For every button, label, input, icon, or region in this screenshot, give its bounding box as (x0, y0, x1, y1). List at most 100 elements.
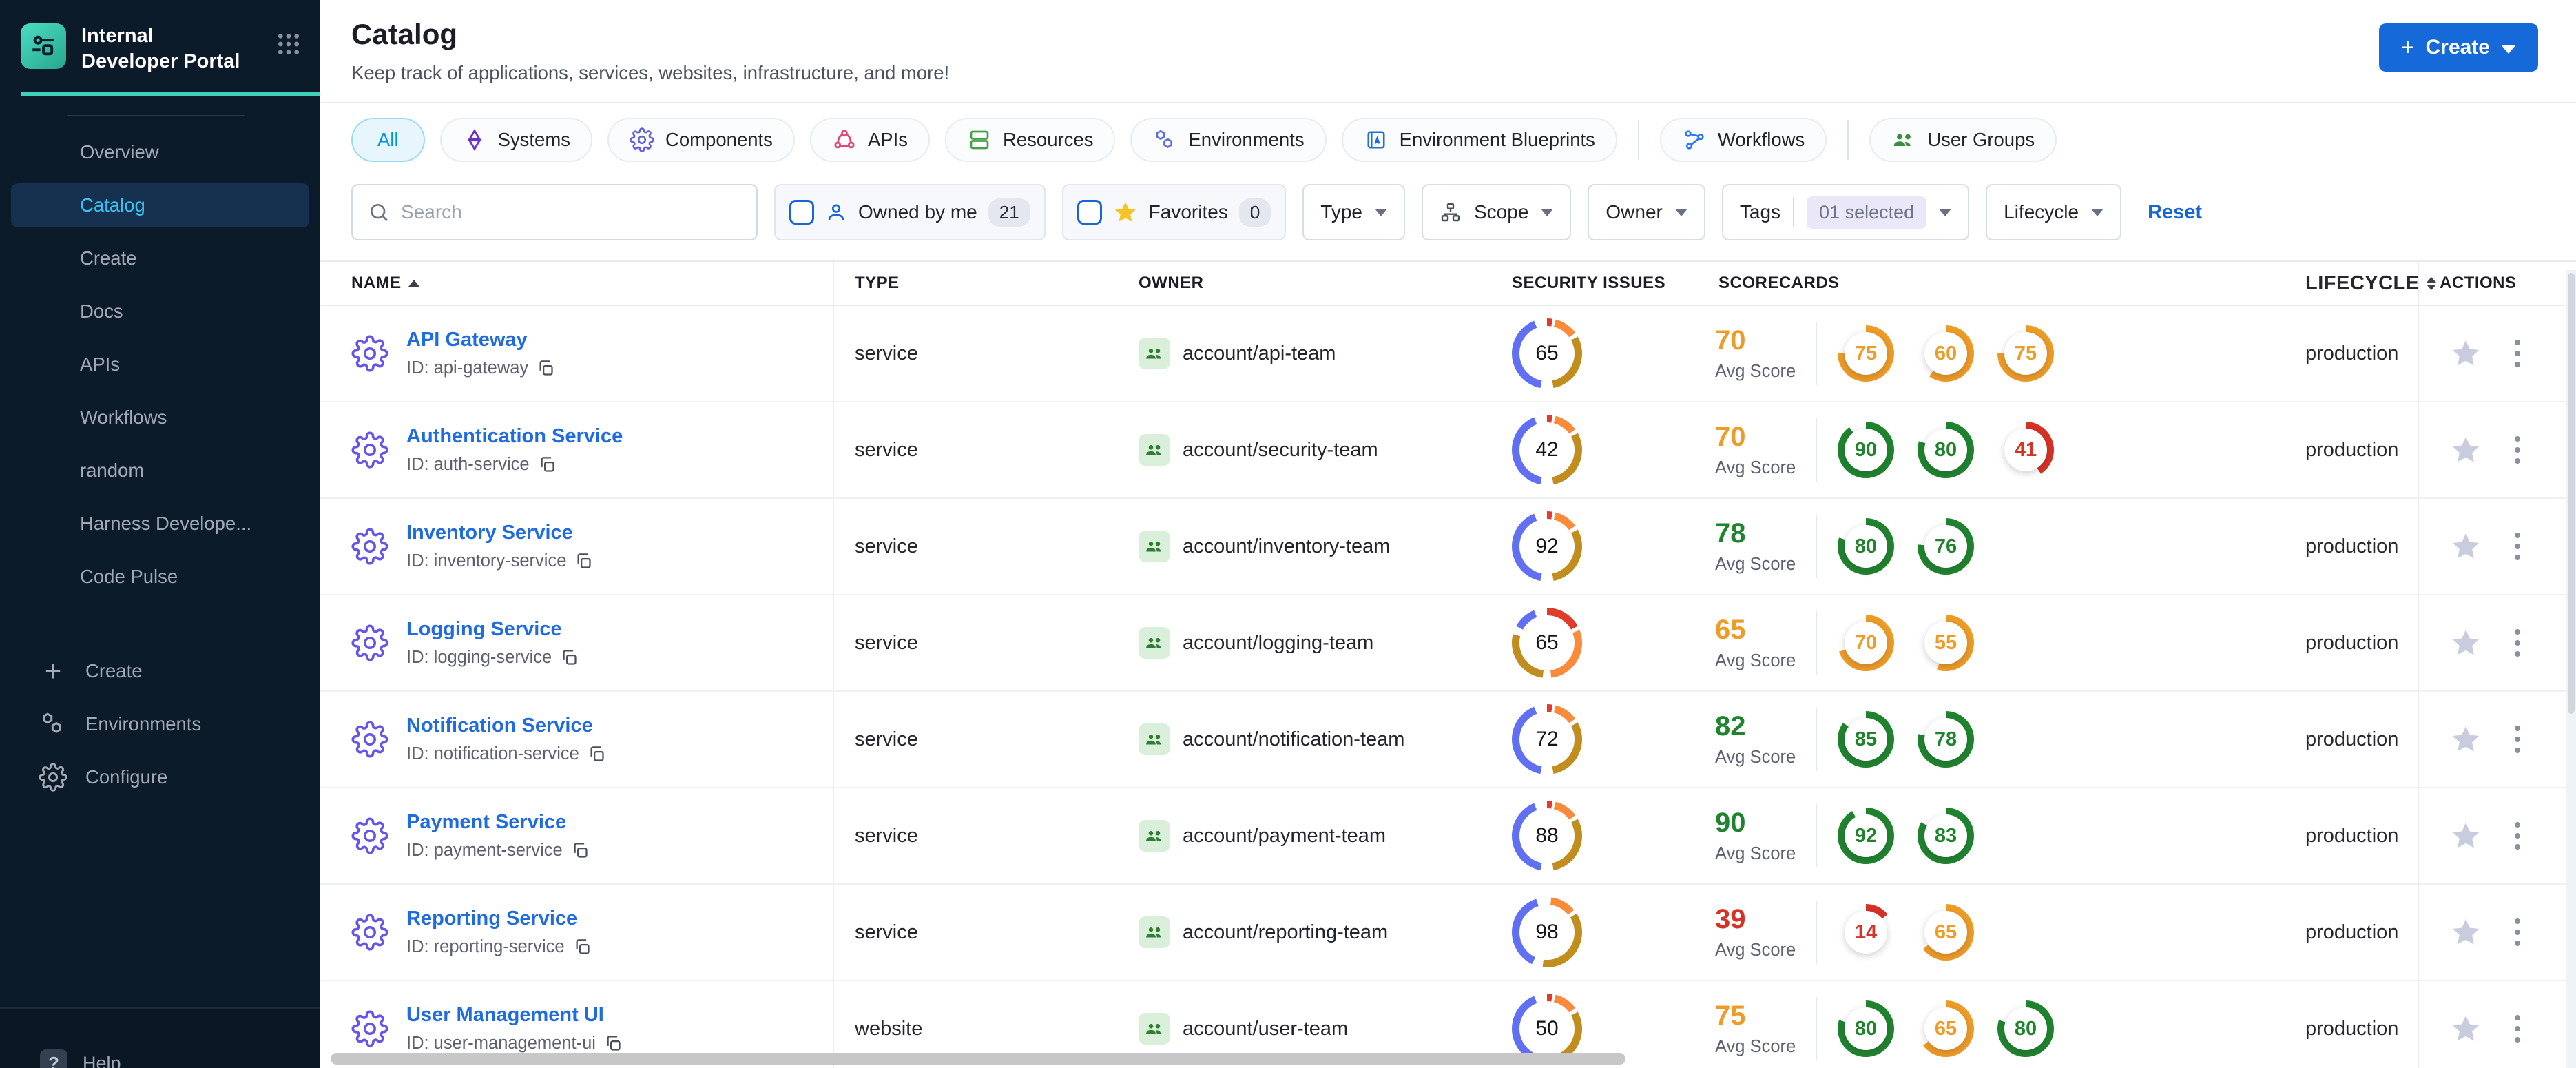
entity-name-link[interactable]: Inventory Service (406, 522, 573, 544)
tab-workflows[interactable]: Workflows (1659, 118, 1827, 162)
entity-name-link[interactable]: User Management UI (406, 1004, 604, 1026)
scope-dropdown[interactable]: Scope (1422, 184, 1572, 240)
owner-name[interactable]: account/logging-team (1183, 632, 1373, 655)
scorecard-ring[interactable]: 14 (1838, 904, 1894, 961)
kebab-menu-icon[interactable] (2511, 1011, 2524, 1047)
copy-icon[interactable] (571, 841, 590, 860)
scorecard-ring[interactable]: 80 (1918, 422, 1974, 478)
entity-name-link[interactable]: API Gateway (406, 329, 528, 351)
tags-dropdown[interactable]: Tags 01 selected (1721, 184, 1970, 240)
tab-resources[interactable]: Resources (945, 118, 1116, 162)
scorecard-ring[interactable]: 80 (1838, 518, 1894, 575)
column-header-name[interactable]: NAME (320, 262, 834, 305)
entity-name-link[interactable]: Logging Service (406, 618, 562, 640)
scorecard-ring[interactable]: 78 (1918, 711, 1974, 768)
scorecard-ring[interactable]: 41 (1997, 422, 2054, 478)
horizontal-scrollbar[interactable] (331, 1053, 1625, 1065)
copy-icon[interactable] (604, 1034, 623, 1053)
owned-by-me-filter[interactable]: Owned by me 21 (774, 184, 1046, 240)
sidebar-item-create[interactable]: + Create (11, 649, 309, 693)
sidebar-item-apis[interactable]: APIs (11, 342, 309, 387)
favorite-star-icon[interactable] (2450, 916, 2482, 948)
kebab-menu-icon[interactable] (2511, 336, 2524, 371)
favorites-checkbox[interactable] (1077, 200, 1102, 225)
copy-icon[interactable] (537, 359, 555, 378)
copy-icon[interactable] (574, 552, 593, 571)
favorite-star-icon[interactable] (2450, 723, 2482, 755)
type-dropdown[interactable]: Type (1302, 184, 1405, 240)
favorite-star-icon[interactable] (2450, 434, 2482, 466)
owner-name[interactable]: account/security-team (1183, 439, 1378, 462)
owner-name[interactable]: account/payment-team (1183, 825, 1386, 848)
favorite-star-icon[interactable] (2450, 820, 2482, 852)
owned-by-me-checkbox[interactable] (789, 200, 814, 225)
scorecard-ring[interactable]: 80 (1997, 1000, 2054, 1057)
owner-name[interactable]: account/reporting-team (1183, 921, 1388, 944)
tab-all[interactable]: All (351, 118, 425, 162)
copy-icon[interactable] (588, 745, 606, 763)
entity-name-link[interactable]: Authentication Service (406, 425, 623, 447)
tab-user-groups[interactable]: User Groups (1869, 118, 2057, 162)
scorecard-ring[interactable]: 55 (1918, 615, 1974, 671)
kebab-menu-icon[interactable] (2511, 528, 2524, 564)
sidebar-item-harness-develope[interactable]: Harness Develope... (11, 502, 309, 546)
scorecard-ring[interactable]: 70 (1838, 615, 1894, 671)
sidebar-item-create[interactable]: Create (11, 236, 309, 280)
scorecard-ring[interactable]: 90 (1838, 422, 1894, 478)
tab-components[interactable]: Components (607, 118, 795, 162)
kebab-menu-icon[interactable] (2511, 914, 2524, 950)
help-icon[interactable]: ? (40, 1049, 67, 1068)
scorecard-ring[interactable]: 60 (1918, 325, 1974, 382)
tab-environments[interactable]: Environments (1130, 118, 1327, 162)
column-header-lifecycle[interactable]: LIFECYCLE (2290, 262, 2436, 305)
kebab-menu-icon[interactable] (2511, 625, 2524, 661)
tab-environment-blueprints[interactable]: Environment Blueprints (1341, 118, 1617, 162)
sidebar-item-workflows[interactable]: Workflows (11, 396, 309, 440)
copy-icon[interactable] (560, 648, 579, 667)
kebab-menu-icon[interactable] (2511, 432, 2524, 468)
copy-icon[interactable] (573, 938, 592, 956)
sidebar-item-overview[interactable]: Overview (11, 130, 309, 174)
sidebar-item-code-pulse[interactable]: Code Pulse (11, 555, 309, 599)
favorite-star-icon[interactable] (2450, 1013, 2482, 1045)
sidebar-item-catalog[interactable]: Catalog (11, 183, 309, 228)
tab-apis[interactable]: APIs (809, 118, 931, 162)
scorecard-ring[interactable]: 75 (1997, 325, 2054, 382)
kebab-menu-icon[interactable] (2511, 721, 2524, 757)
help-label[interactable]: Help (83, 1053, 121, 1068)
copy-icon[interactable] (538, 455, 557, 474)
reset-filters-link[interactable]: Reset (2148, 201, 2202, 224)
scorecard-ring[interactable]: 80 (1838, 1000, 1894, 1057)
scorecard-ring[interactable]: 76 (1918, 518, 1974, 575)
entity-name-link[interactable]: Notification Service (406, 715, 593, 737)
search-input[interactable] (401, 201, 741, 223)
scorecard-ring[interactable]: 75 (1838, 325, 1894, 382)
owner-name[interactable]: account/api-team (1183, 342, 1336, 365)
scorecard-ring[interactable]: 65 (1918, 1000, 1974, 1057)
vertical-scrollbar[interactable] (2568, 273, 2575, 714)
entity-name-link[interactable]: Payment Service (406, 811, 566, 833)
owner-name[interactable]: account/notification-team (1183, 728, 1404, 751)
lifecycle-dropdown[interactable]: Lifecycle (1986, 184, 2122, 240)
favorite-star-icon[interactable] (2450, 338, 2482, 369)
owner-dropdown[interactable]: Owner (1588, 184, 1705, 240)
create-button[interactable]: + Create (2378, 23, 2538, 72)
entity-name-link[interactable]: Reporting Service (406, 907, 577, 930)
apps-grid-icon[interactable] (275, 30, 302, 58)
favorites-filter[interactable]: Favorites 0 (1061, 184, 1287, 240)
favorite-star-icon[interactable] (2450, 531, 2482, 562)
favorite-star-icon[interactable] (2450, 627, 2482, 659)
owner-name[interactable]: account/inventory-team (1183, 535, 1390, 558)
sidebar-item-random[interactable]: random (11, 449, 309, 493)
scorecard-ring[interactable]: 92 (1838, 808, 1894, 864)
scorecard-ring[interactable]: 85 (1838, 711, 1894, 768)
scorecard-ring[interactable]: 83 (1918, 808, 1974, 864)
sidebar-item-docs[interactable]: Docs (11, 289, 309, 333)
kebab-menu-icon[interactable] (2511, 818, 2524, 854)
sidebar-item-environments[interactable]: Environments (11, 702, 309, 746)
chevron-down-icon (1541, 208, 1554, 216)
tab-systems[interactable]: Systems (439, 118, 592, 162)
owner-name[interactable]: account/user-team (1183, 1018, 1348, 1040)
scorecard-ring[interactable]: 65 (1918, 904, 1974, 961)
sidebar-item-configure[interactable]: Configure (11, 755, 309, 799)
